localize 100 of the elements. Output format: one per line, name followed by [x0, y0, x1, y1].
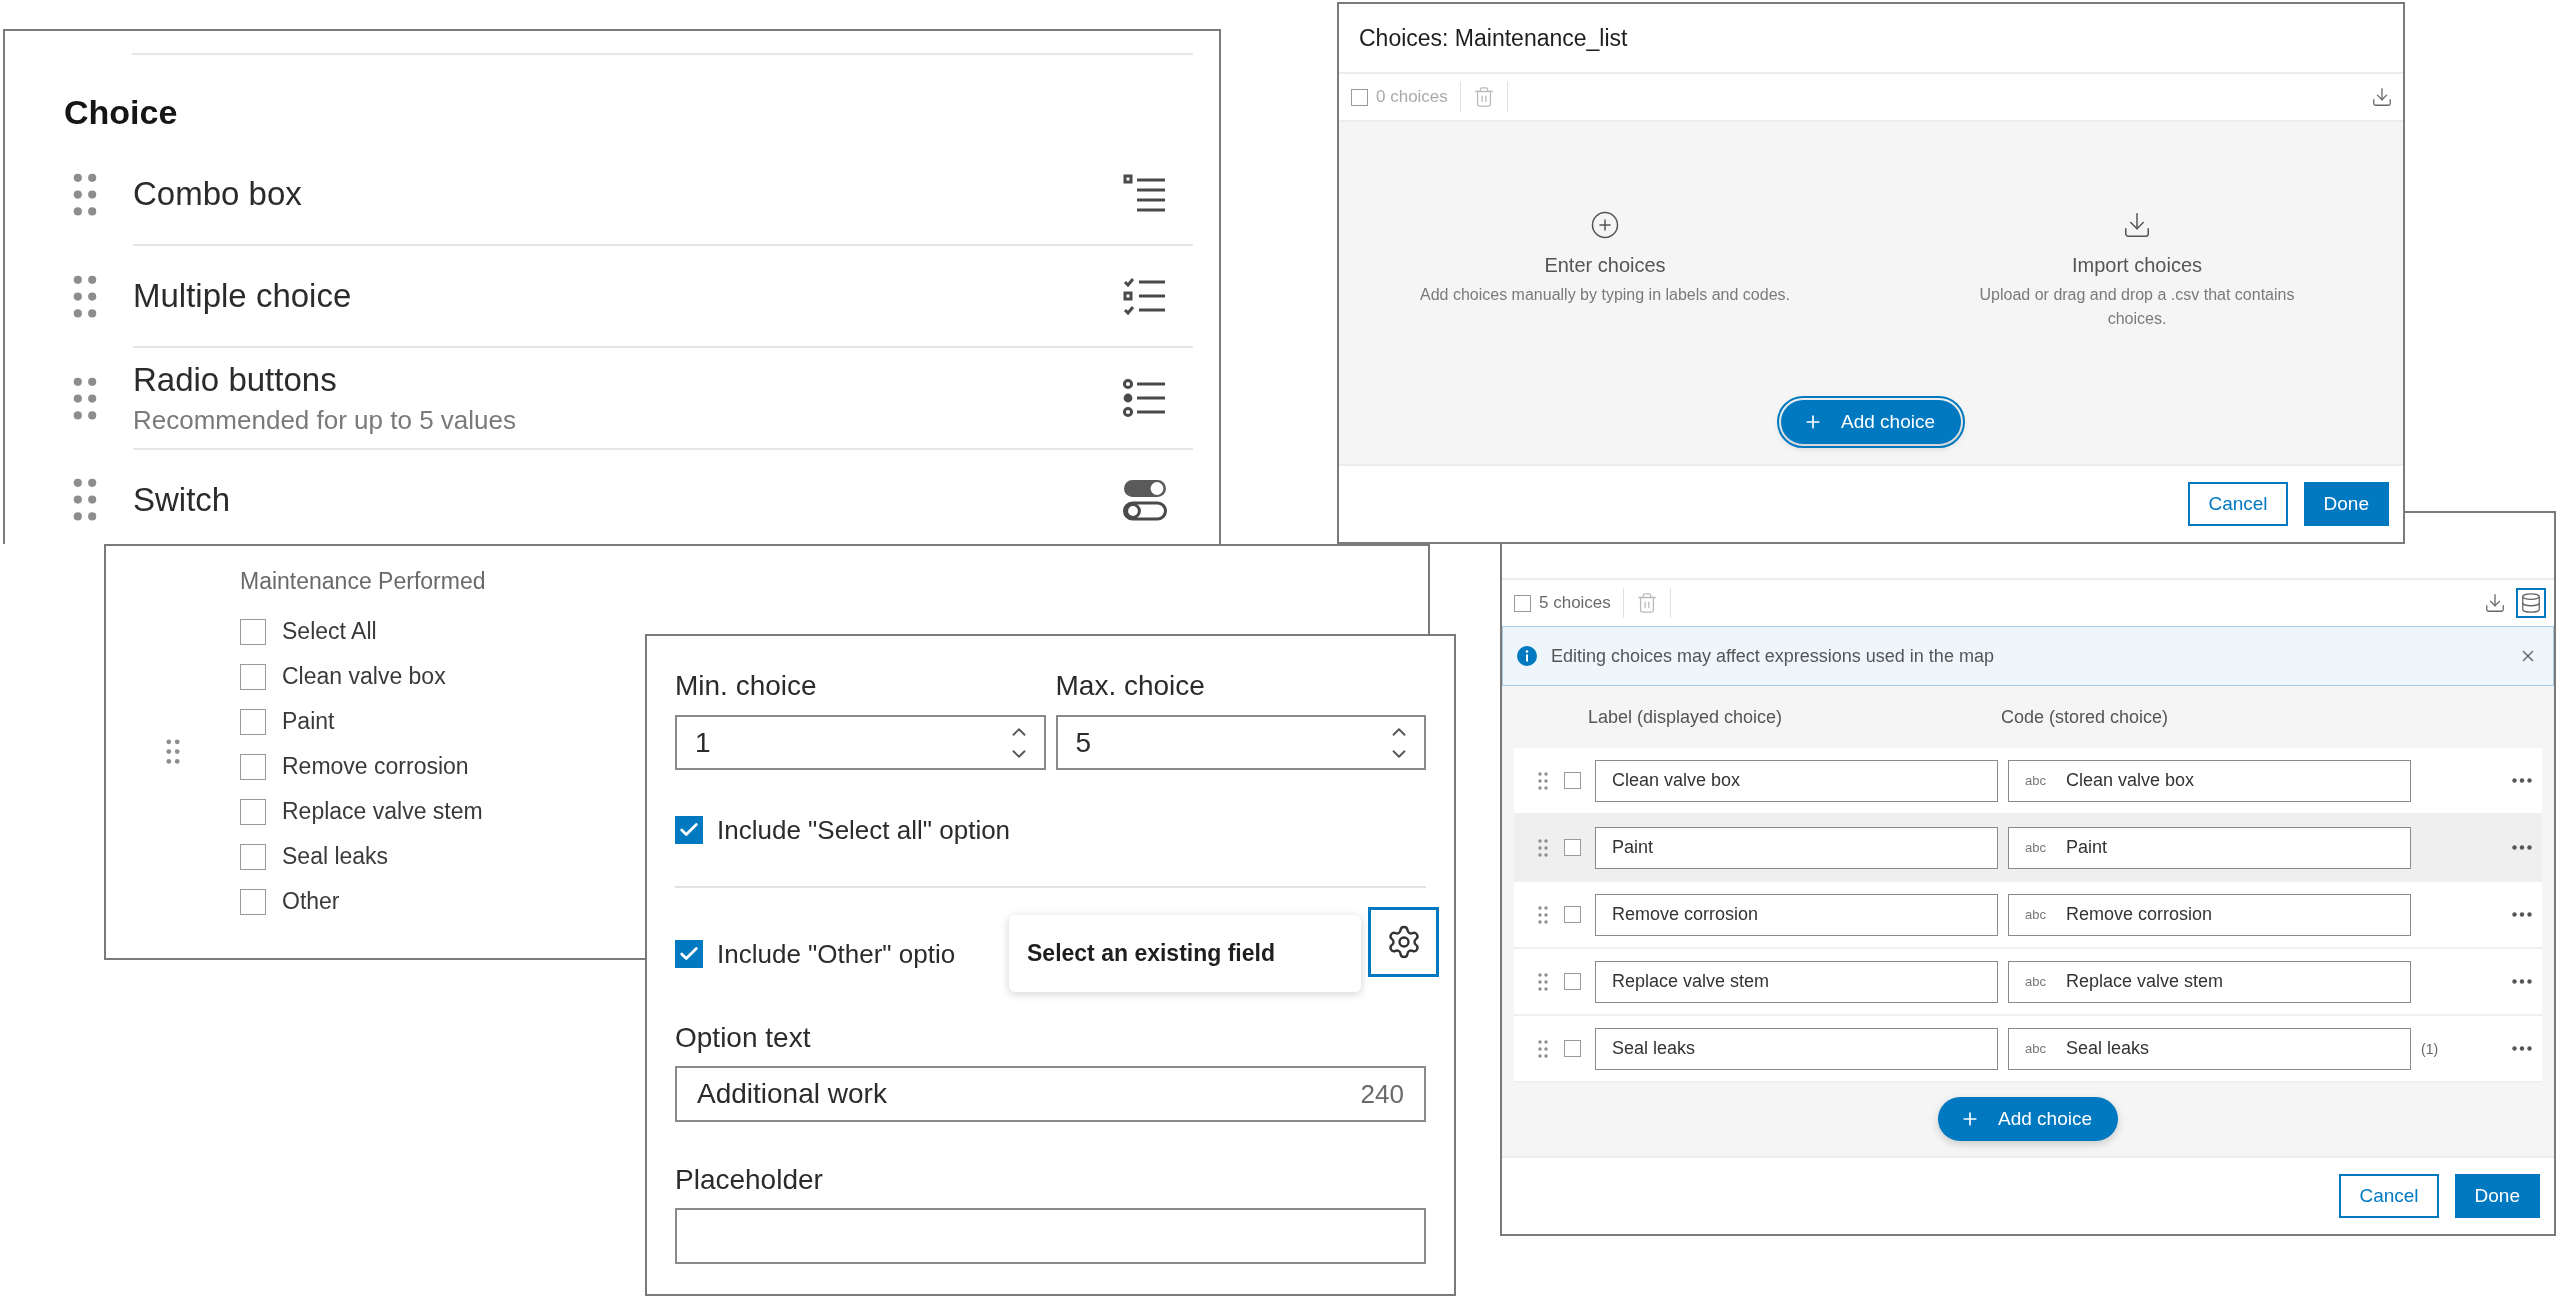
type-tag: abc: [2025, 1041, 2046, 1056]
choice-count: 0 choices: [1376, 87, 1448, 107]
drag-handle-icon[interactable]: [73, 173, 97, 217]
label-field[interactable]: Paint: [1595, 826, 1998, 869]
info-icon: [1517, 646, 1537, 666]
drag-handle-icon[interactable]: [73, 478, 97, 522]
option-label: Replace valve stem: [282, 798, 483, 825]
label-field[interactable]: Replace valve stem: [1595, 960, 1998, 1003]
field-label: Placeholder: [675, 1163, 824, 1197]
checkbox[interactable]: [1564, 772, 1581, 789]
field-label: Option text: [675, 1021, 812, 1055]
done-button[interactable]: Done: [2454, 1174, 2540, 1218]
checkbox-label: Include "Select all" option: [717, 814, 1011, 846]
option-description: Upload or drag and drop a .csv that contains choices.: [1978, 285, 2296, 329]
dialog-title: Choices: Maintenance_list: [1359, 24, 1628, 52]
drag-handle-icon[interactable]: [73, 377, 97, 421]
drag-handle-icon[interactable]: [1538, 972, 1548, 991]
field-label: Min. choice: [675, 669, 818, 703]
delete-icon[interactable]: [1635, 592, 1658, 614]
option-title: Import choices: [2071, 254, 2203, 277]
field-type-label[interactable]: Multiple choice: [133, 277, 1123, 315]
field-type-label[interactable]: Switch: [133, 481, 1123, 519]
character-counter: 240: [1360, 1078, 1404, 1110]
checkbox[interactable]: [1564, 906, 1581, 923]
checkbox[interactable]: [1564, 1040, 1581, 1057]
choice-row[interactable]: Paint abc Paint: [1514, 815, 2542, 882]
checkbox-label: Include "Other" optio: [717, 938, 956, 970]
code-field[interactable]: abc Clean valve box: [2008, 759, 2411, 802]
usage-count: (1): [2421, 1040, 2439, 1057]
number-field[interactable]: 1: [675, 715, 1046, 770]
option-label: Select All: [282, 618, 377, 645]
checkbox[interactable]: [1514, 594, 1531, 612]
code-field[interactable]: abc Remove corrosion: [2008, 893, 2411, 936]
checklist-icon: [1123, 276, 1167, 316]
checkbox[interactable]: [675, 940, 703, 968]
input-field[interactable]: [675, 1208, 1426, 1264]
code-field[interactable]: abc Replace valve stem: [2008, 960, 2411, 1003]
settings-button[interactable]: [1368, 907, 1439, 977]
type-tag: abc: [2025, 840, 2046, 855]
more-button[interactable]: [2512, 845, 2532, 850]
option-label: Clean valve box: [282, 663, 446, 690]
checkbox[interactable]: [240, 843, 266, 870]
code-field[interactable]: abc Paint: [2008, 826, 2411, 869]
drag-handle-icon[interactable]: [166, 739, 180, 765]
type-tag: abc: [2025, 974, 2046, 989]
toggle-icon: [1123, 478, 1167, 522]
tooltip: Select an existing field: [1009, 915, 1361, 992]
option-label: Paint: [282, 708, 335, 735]
checkbox[interactable]: [240, 663, 266, 690]
label-field[interactable]: Clean valve box: [1595, 759, 1998, 802]
code-field[interactable]: abc Seal leaks: [2008, 1027, 2411, 1070]
more-button[interactable]: [2512, 979, 2532, 984]
field-type-label[interactable]: Radio buttons: [133, 360, 1123, 399]
option-title: Enter choices: [1544, 254, 1666, 277]
type-tag: abc: [2025, 907, 2046, 922]
field-label: Max. choice: [1055, 669, 1206, 703]
more-icon: [2512, 979, 2532, 984]
checkbox[interactable]: [675, 816, 703, 844]
option-label: Seal leaks: [282, 843, 389, 870]
label-field[interactable]: Seal leaks: [1595, 1027, 1998, 1070]
choice-count: 5 choices: [1539, 593, 1611, 613]
import-icon[interactable]: [2122, 210, 2152, 240]
drag-handle-icon[interactable]: [1538, 838, 1548, 857]
field-type-description: Recommended for up to 5 values: [133, 404, 517, 436]
radio-list-icon: [1123, 378, 1167, 418]
more-button[interactable]: [2512, 778, 2532, 783]
more-icon: [2512, 778, 2532, 783]
list-icon: [1123, 174, 1167, 214]
option-label: Other: [282, 888, 340, 915]
field-type-label[interactable]: Combo box: [133, 175, 1123, 213]
checkbox[interactable]: [240, 708, 266, 735]
checkbox[interactable]: [240, 618, 266, 645]
add-choice-button[interactable]: Add choice: [1938, 1097, 2118, 1141]
more-icon: [2512, 845, 2532, 850]
database-icon[interactable]: [2516, 588, 2546, 618]
text-field[interactable]: Additional work 240: [675, 1066, 1426, 1122]
checkbox[interactable]: [1564, 973, 1581, 990]
add-icon[interactable]: [1590, 210, 1620, 240]
more-button[interactable]: [2512, 912, 2532, 917]
option-label: Remove corrosion: [282, 753, 469, 780]
drag-handle-icon[interactable]: [1538, 1039, 1548, 1058]
number-field[interactable]: 5: [1055, 715, 1426, 770]
section-heading: Choice: [64, 93, 179, 132]
type-tag: abc: [2025, 773, 2046, 788]
cancel-button[interactable]: Cancel: [2339, 1174, 2439, 1218]
drag-handle-icon[interactable]: [1538, 905, 1548, 924]
notice-text: Editing choices may affect expressions used in the map: [1551, 645, 1995, 667]
checkbox[interactable]: [240, 753, 266, 780]
checkbox[interactable]: [1351, 88, 1368, 106]
checkbox[interactable]: [1564, 839, 1581, 856]
label-field[interactable]: Remove corrosion: [1595, 893, 1998, 936]
column-header: Label (displayed choice): [1588, 706, 1784, 728]
delete-icon[interactable]: [1472, 86, 1495, 108]
checkbox[interactable]: [240, 888, 266, 915]
cancel-button[interactable]: Cancel: [2188, 482, 2288, 526]
done-button[interactable]: Done: [2303, 482, 2389, 526]
more-button[interactable]: [2512, 1046, 2532, 1051]
checkbox[interactable]: [240, 798, 266, 825]
drag-handle-icon[interactable]: [1538, 771, 1548, 790]
drag-handle-icon[interactable]: [73, 275, 97, 319]
